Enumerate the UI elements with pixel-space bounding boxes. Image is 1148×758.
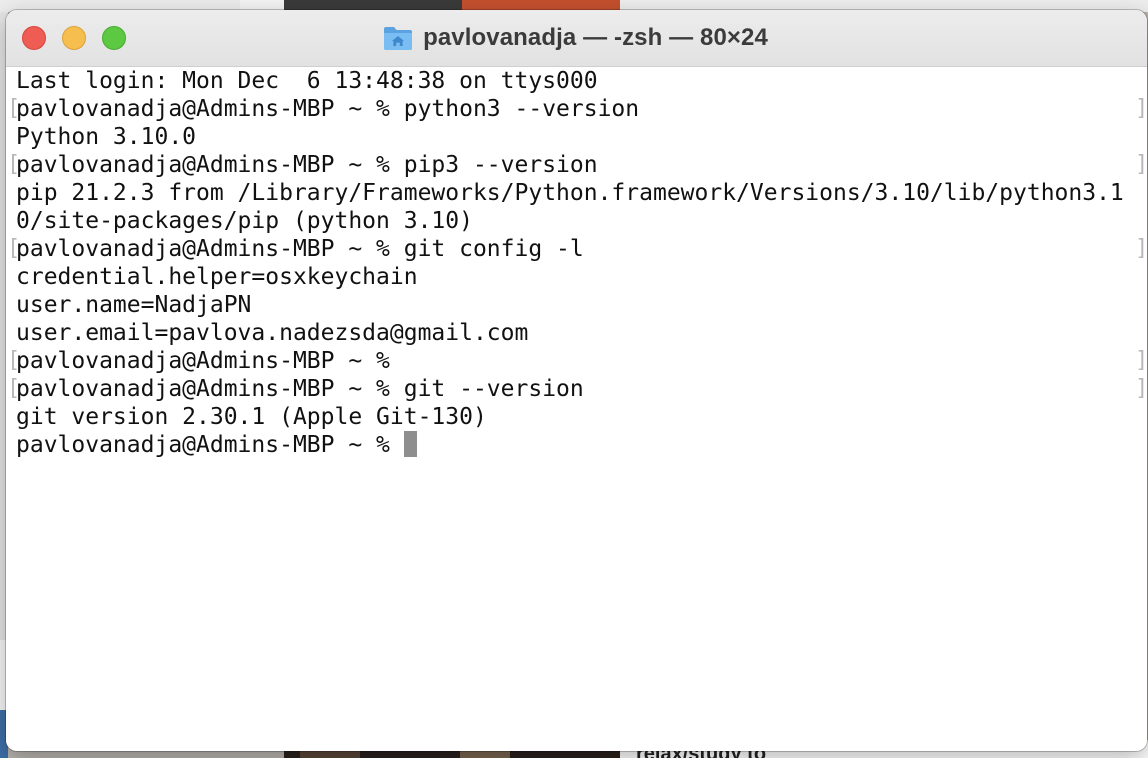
- terminal-prompt-line[interactable]: pavlovanadja@Admins-MBP ~ %: [16, 431, 417, 459]
- terminal-line: 0/site-packages/pip (python 3.10): [16, 208, 473, 234]
- terminal-line: pavlovanadja@Admins-MBP ~ % pip3 --versi…: [16, 152, 598, 178]
- minimize-button[interactable]: [62, 26, 86, 50]
- terminal-line: pip 21.2.3 from /Library/Frameworks/Pyth…: [16, 180, 1124, 206]
- terminal-line: user.name=NadjaPN: [16, 292, 252, 318]
- title-bar[interactable]: [6, 10, 1147, 67]
- mark-bracket-right: ]: [1135, 236, 1147, 261]
- mark-bracket-right: ]: [1135, 376, 1147, 401]
- terminal-line: Python 3.10.0: [16, 124, 197, 150]
- mark-bracket-right: ]: [1135, 96, 1147, 121]
- terminal-line: pavlovanadja@Admins-MBP ~ % git --versio…: [16, 376, 584, 402]
- terminal-content[interactable]: Last login: Mon Dec 6 13:48:38 on ttys00…: [6, 67, 1147, 751]
- terminal-line: credential.helper=osxkeychain: [16, 264, 418, 290]
- terminal-line: pavlovanadja@Admins-MBP ~ % git config -…: [16, 236, 584, 262]
- text-cursor: [403, 431, 417, 457]
- terminal-line: user.email=pavlova.nadezsda@gmail.com: [16, 320, 529, 346]
- close-button[interactable]: [22, 26, 46, 50]
- terminal-line: Last login: Mon Dec 6 13:48:38 on ttys00…: [16, 68, 598, 94]
- terminal-window[interactable]: pavlovanadja — -zsh — 80×24 Last login: …: [6, 10, 1147, 751]
- zoom-button[interactable]: [102, 26, 126, 50]
- terminal-prompt: pavlovanadja@Admins-MBP ~ %: [16, 432, 404, 458]
- mark-bracket-right: ]: [1135, 348, 1147, 373]
- terminal-line: pavlovanadja@Admins-MBP ~ %: [16, 348, 390, 374]
- terminal-line: pavlovanadja@Admins-MBP ~ % python3 --ve…: [16, 96, 640, 122]
- terminal-line: git version 2.30.1 (Apple Git-130): [16, 404, 487, 430]
- mark-bracket-right: ]: [1135, 152, 1147, 177]
